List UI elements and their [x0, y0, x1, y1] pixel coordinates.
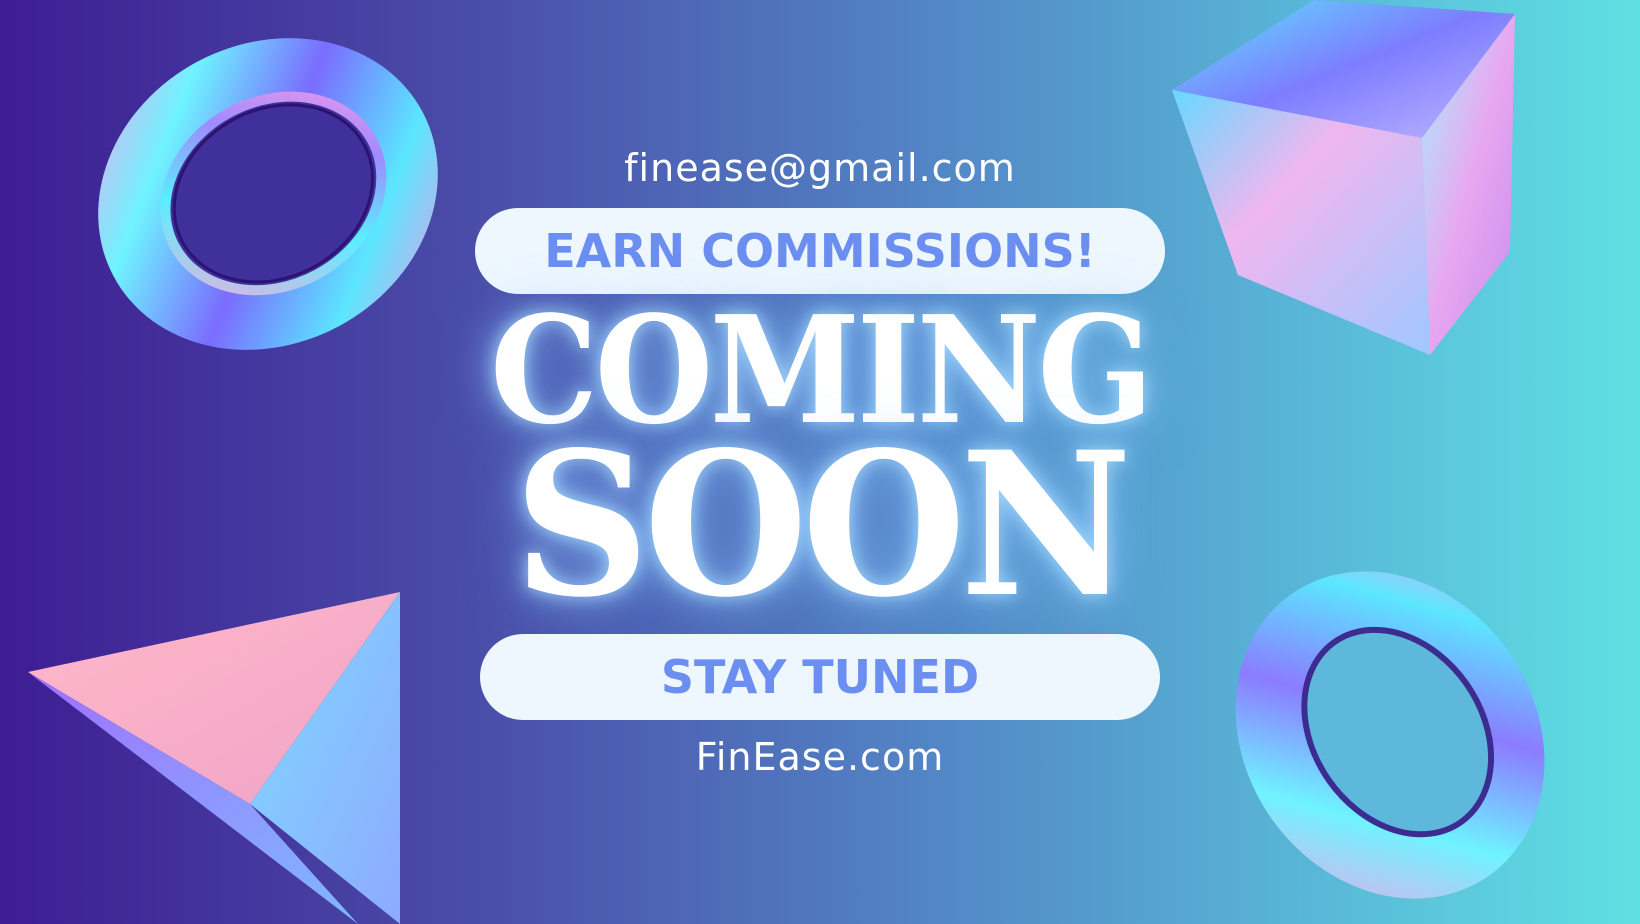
earn-commissions-banner: EARN COMMISSIONS! — [475, 208, 1165, 294]
stay-tuned-banner: STAY TUNED — [480, 634, 1160, 720]
headline-soon: SOON — [513, 408, 1132, 641]
website-url: FinEase.com — [695, 735, 945, 779]
contact-email: finease@gmail.com — [624, 146, 1016, 190]
